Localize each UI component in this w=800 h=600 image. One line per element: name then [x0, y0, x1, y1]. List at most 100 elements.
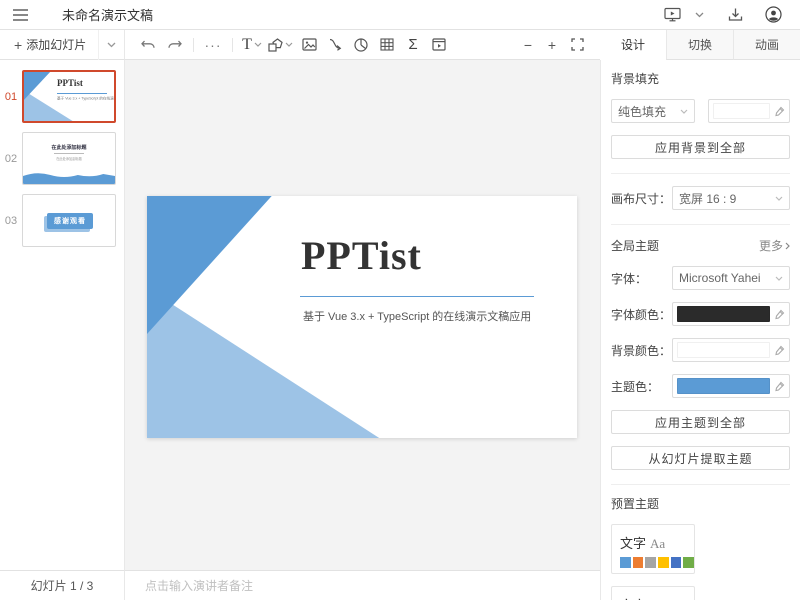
document-title[interactable]: 未命名演示文稿	[62, 5, 153, 24]
theme-more-link[interactable]: 更多	[759, 237, 790, 254]
present-dropdown-button[interactable]	[691, 0, 708, 30]
zoom-in-button[interactable]: +	[540, 37, 564, 53]
insert-image-button[interactable]	[296, 30, 322, 60]
undo-icon	[141, 39, 156, 51]
media-icon	[432, 38, 446, 51]
mini-divider-line	[54, 153, 84, 154]
eyedropper-icon	[774, 106, 785, 117]
add-slide-label: 添加幻灯片	[26, 36, 86, 53]
more-tools-button[interactable]: ···	[200, 30, 226, 60]
slide-counter: 幻灯片 1 / 3	[31, 577, 94, 594]
background-color-picker[interactable]	[708, 99, 790, 123]
eyedropper-icon	[774, 345, 785, 356]
fit-screen-button[interactable]	[564, 30, 590, 60]
slide-number: 03	[0, 215, 22, 227]
theme-background-color-picker[interactable]	[672, 338, 790, 362]
theme-background-color-label: 背景颜色：	[611, 342, 671, 359]
slide-thumbnail-3[interactable]: 03 感谢观看	[0, 194, 124, 247]
slide-number: 01	[0, 91, 22, 103]
chevron-right-icon	[785, 242, 790, 250]
chevron-down-icon	[695, 12, 704, 18]
undo-button[interactable]	[135, 30, 161, 60]
chevron-down-icon	[285, 42, 293, 47]
editing-toolbar: ··· T	[125, 30, 600, 60]
slide-thumbnail-1[interactable]: 01 PPTist 基于 Vue 3.x + TypeScript 的在线演示文…	[0, 70, 124, 123]
chevron-down-icon	[775, 196, 783, 201]
slide-thumbnail-2[interactable]: 02 在此处添加标题 在此处添加副标题	[0, 132, 124, 185]
insert-table-button[interactable]	[374, 30, 400, 60]
insert-text-button[interactable]: T	[239, 30, 265, 60]
add-slide-toolbar: + 添加幻灯片	[0, 30, 125, 60]
preset-theme-label: 预置主题	[611, 495, 790, 512]
mini-slide-title: 在此处添加标题	[23, 144, 115, 151]
font-select[interactable]: Microsoft Yahei	[672, 266, 790, 290]
editor-canvas[interactable]: PPTist 基于 Vue 3.x + TypeScript 的在线演示文稿应用	[125, 60, 600, 570]
font-color-label: 字体颜色：	[611, 306, 671, 323]
toolbar-separator	[193, 38, 194, 52]
slide-title-text[interactable]: PPTist	[301, 232, 422, 279]
export-button[interactable]	[724, 0, 747, 30]
font-color-picker[interactable]	[672, 302, 790, 326]
mini-slide-subtitle: 在此处添加副标题	[32, 157, 106, 162]
account-button[interactable]	[761, 0, 786, 30]
theme-color-swatches	[620, 557, 694, 568]
status-bar: 幻灯片 1 / 3	[0, 570, 125, 600]
design-panel: 背景填充 纯色填充 应用背景到全部 画布尺寸：	[600, 60, 800, 600]
eyedropper-icon	[774, 381, 785, 392]
insert-chart-button[interactable]	[348, 30, 374, 60]
main-menu-button[interactable]	[0, 0, 40, 30]
wave-shape	[23, 170, 115, 184]
toolbar-separator	[232, 38, 233, 52]
fullscreen-icon	[571, 38, 584, 51]
title-divider-line[interactable]	[300, 296, 534, 297]
canvas-size-select[interactable]: 宽屏 16 : 9	[672, 186, 790, 210]
add-slide-template-dropdown[interactable]	[98, 30, 124, 60]
insert-formula-button[interactable]: Σ	[400, 30, 426, 60]
present-icon	[664, 7, 681, 22]
chevron-down-icon	[680, 109, 688, 114]
top-bar: 未命名演示文稿	[0, 0, 800, 30]
font-label: 字体：	[611, 270, 647, 287]
redo-button[interactable]	[161, 30, 187, 60]
insert-media-button[interactable]	[426, 30, 452, 60]
theme-color-picker[interactable]	[672, 374, 790, 398]
color-swatch	[677, 342, 770, 358]
mini-slide-title: PPTist	[57, 78, 83, 88]
divider	[611, 484, 790, 485]
speaker-notes-input[interactable]: 点击输入演讲者备注	[125, 570, 600, 600]
redo-icon	[167, 39, 182, 51]
mini-slide-subtitle: 基于 Vue 3.x + TypeScript 的在线演示文稿应用	[57, 96, 107, 101]
mini-divider-line	[57, 93, 107, 94]
fill-type-select[interactable]: 纯色填充	[611, 99, 695, 123]
slide-3-preview: 感谢观看	[22, 194, 116, 247]
chevron-down-icon	[254, 42, 262, 47]
add-slide-button[interactable]: + 添加幻灯片	[0, 30, 86, 60]
color-swatch	[713, 103, 770, 119]
insert-shape-button[interactable]	[265, 30, 296, 60]
zoom-out-button[interactable]: −	[516, 37, 540, 53]
extract-theme-button[interactable]: 从幻灯片提取主题	[611, 446, 790, 470]
color-swatch	[677, 378, 770, 394]
line-arrow-icon	[328, 38, 342, 51]
preset-theme-card-2[interactable]: 文字Aa	[611, 586, 695, 600]
slide-1-preview: PPTist 基于 Vue 3.x + TypeScript 的在线演示文稿应用	[22, 70, 116, 123]
apply-theme-all-button[interactable]: 应用主题到全部	[611, 410, 790, 434]
color-swatch	[677, 306, 770, 322]
theme-color-label: 主题色：	[611, 378, 659, 395]
tab-animation[interactable]: 动画	[733, 30, 800, 60]
apply-background-all-button[interactable]: 应用背景到全部	[611, 135, 790, 159]
tab-transition[interactable]: 切换	[666, 30, 733, 60]
slide-subtitle-text[interactable]: 基于 Vue 3.x + TypeScript 的在线演示文稿应用	[303, 308, 531, 324]
present-button[interactable]	[660, 0, 685, 30]
current-slide[interactable]: PPTist 基于 Vue 3.x + TypeScript 的在线演示文稿应用	[147, 196, 577, 438]
insert-line-button[interactable]	[322, 30, 348, 60]
background-fill-label: 背景填充	[611, 70, 790, 87]
formula-icon: Σ	[408, 36, 417, 53]
tab-design[interactable]: 设计	[600, 30, 666, 60]
preset-theme-card-1[interactable]: 文字Aa	[611, 524, 695, 574]
menu-icon	[13, 9, 28, 21]
divider	[611, 173, 790, 174]
global-theme-label: 全局主题	[611, 237, 659, 254]
canvas-size-label: 画布尺寸：	[611, 190, 671, 207]
download-icon	[728, 7, 743, 22]
